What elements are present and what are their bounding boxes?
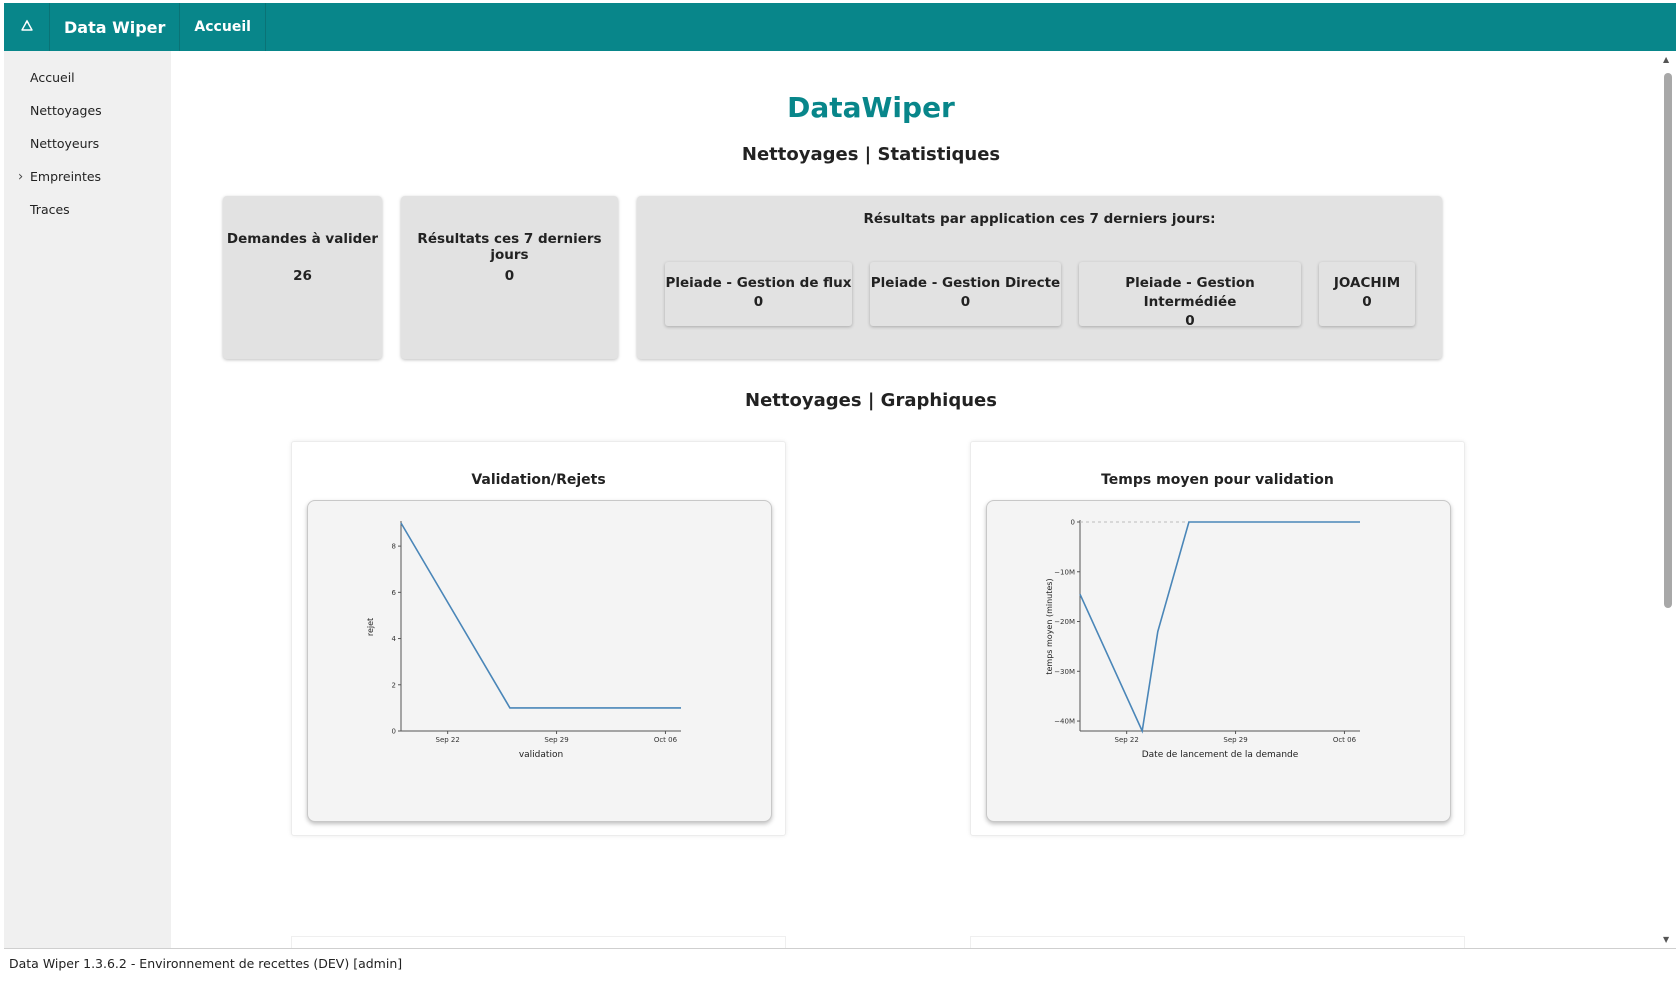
y-tick-label: 0 [1071, 519, 1075, 527]
app-result-card: Pleiade - Gestion Directe 0 [870, 262, 1061, 326]
x-tick-label: Sep 29 [544, 736, 568, 744]
y-tick-label: 0 [392, 728, 396, 736]
x-tick-label: Sep 22 [436, 736, 460, 744]
brand-title[interactable]: Data Wiper [50, 3, 181, 51]
app-name: JOACHIM [1333, 275, 1401, 291]
sidebar-item-label: Empreintes [30, 169, 102, 184]
sidebar: Accueil Nettoyages Nettoyeurs › Empreint… [4, 51, 171, 948]
chart-panel-partial [970, 936, 1465, 948]
scroll-up-arrow-icon[interactable]: ▲ [1663, 55, 1669, 64]
y-tick-label: 4 [392, 635, 397, 643]
chart-container: 0 2 4 6 8 Sep 22 Sep 29 Oct 06 validation rejet [307, 500, 772, 822]
chart-panel-temps-moyen: Temps moyen pour validation −40M −30M −20M… [970, 441, 1465, 836]
app-window: Data Wiper Accueil Accueil Nettoyages Ne… [4, 3, 1676, 978]
y-tick-label: −10M [1054, 568, 1075, 576]
sidebar-item-label: Traces [30, 202, 70, 217]
results-7days-card: Résultats ces 7 derniers jours 0 [401, 196, 618, 359]
y-tick-label: 6 [392, 589, 397, 597]
sidebar-item-nettoyeurs[interactable]: Nettoyeurs [4, 127, 171, 160]
card-label: Résultats ces 7 derniers jours [417, 231, 602, 263]
nav-link-accueil[interactable]: Accueil [180, 3, 266, 51]
vertical-scrollbar[interactable]: ▲ ▼ [1659, 51, 1676, 948]
app-value: 0 [1362, 294, 1372, 310]
sidebar-item-label: Nettoyeurs [30, 136, 100, 151]
series-line [1079, 521, 1360, 734]
x-axis-label: Date de lancement de la demande [1142, 750, 1299, 760]
card-label: Demandes à valider [226, 231, 379, 247]
sidebar-item-empreintes[interactable]: › Empreintes [4, 160, 171, 193]
chart-title: Temps moyen pour validation [1101, 472, 1334, 488]
chart-title: Validation/Rejets [471, 472, 606, 488]
app-value: 0 [753, 294, 764, 310]
app-name: Pleiade - Gestion Directe [870, 275, 1061, 291]
stats-heading: Nettoyages | Statistiques [741, 144, 1001, 165]
card-value: 0 [504, 268, 515, 284]
sidebar-item-traces[interactable]: Traces [4, 193, 171, 226]
sidebar-item-label: Accueil [30, 70, 75, 85]
card-value: 26 [293, 268, 312, 284]
app-result-card: Pleiade - Gestion de flux 0 [665, 262, 852, 326]
sidebar-item-nettoyages[interactable]: Nettoyages [4, 94, 171, 127]
page-title: DataWiper [787, 91, 955, 124]
sidebar-item-label: Nettoyages [30, 103, 102, 118]
x-axis-label: validation [519, 750, 563, 760]
temps-moyen-chart: −40M −30M −20M −10M 0 Sep 22 Sep 29 Oct 06 Date … [1045, 519, 1360, 760]
recycle-icon [20, 19, 33, 31]
chart-container: −40M −30M −20M −10M 0 Sep 22 Sep 29 Oct 06 Date … [986, 500, 1451, 822]
y-tick-label: −20M [1054, 618, 1075, 626]
x-tick-label: Sep 29 [1223, 736, 1247, 744]
sidebar-item-accueil[interactable]: Accueil [4, 61, 171, 94]
y-tick-label: 2 [392, 681, 396, 689]
y-tick-label: 8 [392, 543, 396, 551]
top-navbar: Data Wiper Accueil [4, 3, 1676, 51]
scroll-down-arrow-icon[interactable]: ▼ [1663, 935, 1669, 944]
scrollbar-thumb[interactable] [1664, 73, 1672, 608]
app-result-card: Pleiade - Gestion Intermédiée 0 [1079, 262, 1301, 329]
app-value: 0 [1185, 313, 1195, 329]
charts-heading: Nettoyages | Graphiques [745, 390, 997, 411]
y-tick-label: −30M [1054, 668, 1075, 676]
status-footer: Data Wiper 1.3.6.2 - Environnement de re… [4, 948, 1676, 978]
validation-rejets-chart: 0 2 4 6 8 Sep 22 Sep 29 Oct 06 validation rejet [366, 521, 681, 760]
y-axis-label: rejet [366, 618, 375, 636]
home-button[interactable] [4, 3, 50, 51]
main-content: DataWiper Nettoyages | Statistiques Dema… [171, 51, 1659, 948]
chart-panel-partial [291, 936, 786, 948]
chart-panel-validation: Validation/Rejets 0 2 4 6 8 Sep 22 Sep 29 Oct 0… [291, 441, 786, 836]
app-result-card: JOACHIM 0 [1319, 262, 1415, 326]
app-name: Pleiade - Gestion de flux [665, 275, 852, 291]
pending-requests-card: Demandes à valider 26 [223, 196, 382, 359]
app-value: 0 [960, 294, 971, 310]
y-tick-label: −40M [1054, 718, 1075, 726]
card-label: Résultats par application ces 7 derniers… [863, 211, 1216, 227]
y-axis-label: temps moyen (minutes) [1045, 578, 1054, 674]
x-tick-label: Oct 06 [1333, 736, 1357, 744]
results-by-app-card: Résultats par application ces 7 derniers… [637, 196, 1442, 359]
chevron-right-icon[interactable]: › [18, 169, 23, 184]
x-tick-label: Oct 06 [654, 736, 678, 744]
app-name: Pleiade - Gestion Intermédiée [1125, 275, 1255, 310]
x-tick-label: Sep 22 [1115, 736, 1139, 744]
series-line [400, 522, 681, 709]
